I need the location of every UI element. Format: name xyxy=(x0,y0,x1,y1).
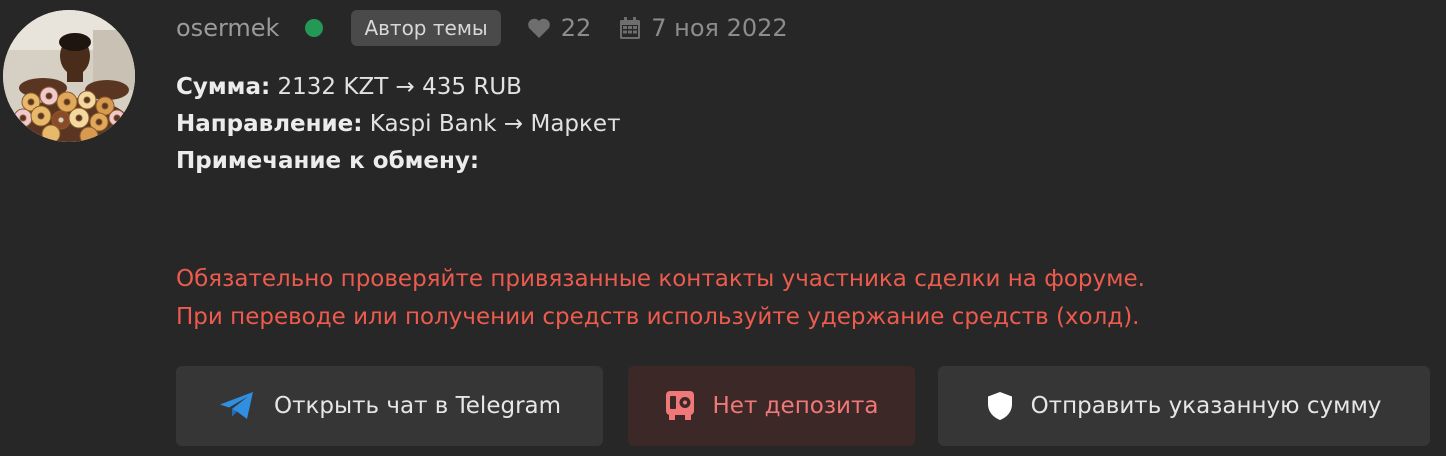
heart-icon xyxy=(527,17,551,39)
direction-value: Kaspi Bank → Маркет xyxy=(369,111,621,137)
post-content: Сумма: 2132 KZT → 435 RUB Направление: K… xyxy=(176,69,620,180)
amount-label: Сумма: xyxy=(176,74,271,100)
calendar-icon xyxy=(619,16,641,40)
note-line: Примечание к обмену: xyxy=(176,143,620,180)
telegram-icon xyxy=(218,390,256,422)
online-dot-icon xyxy=(305,19,324,37)
amount-value: 2132 KZT → 435 RUB xyxy=(277,74,522,100)
send-button-label: Отправить указанную сумму xyxy=(1030,393,1382,419)
deposit-button-label: Нет депозита xyxy=(712,393,879,419)
post-date[interactable]: 7 ноя 2022 xyxy=(619,14,788,42)
likes-counter: 22 xyxy=(527,14,592,42)
warning-notice: Обязательно проверяйте привязанные конта… xyxy=(176,260,1145,336)
date-text: 7 ноя 2022 xyxy=(651,14,788,42)
warning-line-2: При переводе или получении средств испол… xyxy=(176,304,1140,330)
telegram-button-label: Открыть чат в Telegram xyxy=(273,393,562,419)
avatar[interactable] xyxy=(3,10,135,142)
note-label: Примечание к обмену: xyxy=(176,148,480,174)
no-deposit-button[interactable]: Нет депозита xyxy=(628,366,915,446)
forum-post: osermek Автор темы 22 7 ноя 2022 Сумма: … xyxy=(0,0,1446,456)
direction-line: Направление: Kaspi Bank → Маркет xyxy=(176,106,620,143)
likes-count: 22 xyxy=(560,14,592,42)
author-badge: Автор темы xyxy=(351,10,501,46)
warning-line-1: Обязательно проверяйте привязанные конта… xyxy=(176,266,1145,292)
post-header: osermek Автор темы 22 7 ноя 2022 xyxy=(176,10,788,46)
shield-icon xyxy=(987,391,1013,421)
direction-label: Направление: xyxy=(176,111,363,137)
amount-line: Сумма: 2132 KZT → 435 RUB xyxy=(176,69,620,106)
username[interactable]: osermek xyxy=(176,14,279,42)
open-telegram-chat-button[interactable]: Открыть чат в Telegram xyxy=(176,366,603,446)
deposit-icon xyxy=(665,390,695,422)
avatar-image xyxy=(3,10,135,142)
send-amount-button[interactable]: Отправить указанную сумму xyxy=(938,366,1430,446)
